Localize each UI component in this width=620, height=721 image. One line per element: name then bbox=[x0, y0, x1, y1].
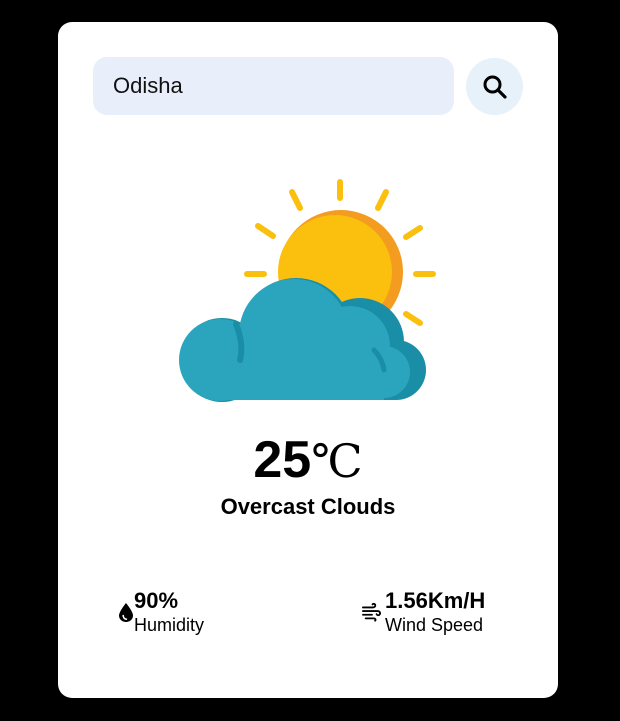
search-icon bbox=[483, 75, 507, 99]
humidity-value: 90% bbox=[134, 588, 179, 613]
weather-card: 25℃ Overcast Clouds 90% Humidity 1.56Km/… bbox=[58, 22, 558, 698]
water-drop-icon bbox=[119, 603, 133, 622]
sun-behind-cloud-icon bbox=[179, 179, 436, 402]
temperature-display: 25℃ bbox=[58, 432, 558, 489]
wind-speed-label: Wind Speed bbox=[385, 615, 484, 635]
search-button[interactable] bbox=[466, 58, 523, 115]
temperature-unit: ℃ bbox=[311, 434, 363, 488]
city-search-input[interactable] bbox=[93, 57, 454, 115]
wind-icon bbox=[362, 602, 381, 622]
search-bar bbox=[93, 57, 523, 117]
wind-speed-value: 1.56Km/H bbox=[385, 588, 486, 613]
temperature-value: 25 bbox=[253, 431, 312, 489]
humidity-label: Humidity bbox=[134, 615, 205, 635]
weather-condition: Overcast Clouds bbox=[220, 494, 396, 519]
